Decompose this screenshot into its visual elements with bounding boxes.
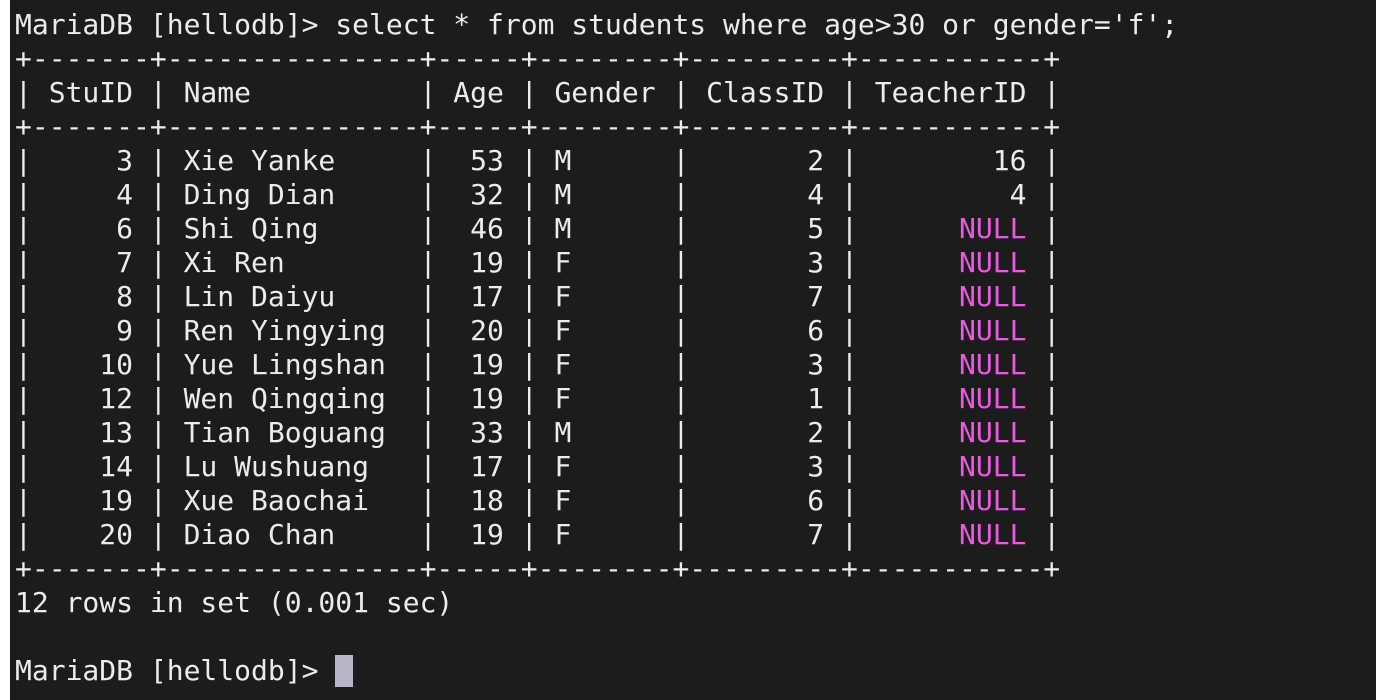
table-row: | 8 | Lin Daiyu | 17 | F | 7 | NULL | — [15, 280, 1376, 314]
row-end-border: | — [1026, 518, 1061, 551]
table-row: | 19 | Xue Baochai | 18 | F | 6 | NULL | — [15, 484, 1376, 518]
row-cells: | 10 | Yue Lingshan | 19 | F | 3 | — [15, 348, 875, 381]
table-row: | 14 | Lu Wushuang | 17 | F | 3 | NULL | — [15, 450, 1376, 484]
teacher-id-cell: NULL — [874, 314, 1027, 347]
table-row: | 12 | Wen Qingqing | 19 | F | 1 | NULL … — [15, 382, 1376, 416]
row-cells: | 4 | Ding Dian | 32 | M | 4 | — [15, 178, 875, 211]
table-body: | 3 | Xie Yanke | 53 | M | 2 | 16 | | 4 |… — [15, 144, 1376, 552]
table-border-bottom: +-------+---------------+-----+--------+… — [15, 552, 1061, 585]
input-line[interactable]: MariaDB [hellodb]> — [15, 654, 1376, 688]
terminal-window[interactable]: MariaDB [hellodb]> select * from student… — [10, 0, 1376, 700]
table-header: | StuID | Name | Age | Gender | ClassID … — [15, 76, 1061, 109]
teacher-id-cell: 16 — [874, 144, 1027, 177]
table-row: | 7 | Xi Ren | 19 | F | 3 | NULL | — [15, 246, 1376, 280]
teacher-id-cell: NULL — [874, 280, 1027, 313]
table-row: | 13 | Tian Boguang | 33 | M | 2 | NULL … — [15, 416, 1376, 450]
teacher-id-cell: 4 — [874, 178, 1027, 211]
row-cells: | 13 | Tian Boguang | 33 | M | 2 | — [15, 416, 875, 449]
teacher-id-cell: NULL — [874, 246, 1027, 279]
table-row: | 10 | Yue Lingshan | 19 | F | 3 | NULL … — [15, 348, 1376, 382]
row-end-border: | — [1026, 144, 1061, 177]
result-summary: 12 rows in set (0.001 sec) — [15, 586, 454, 619]
teacher-id-cell: NULL — [874, 212, 1027, 245]
teacher-id-cell: NULL — [874, 484, 1027, 517]
row-end-border: | — [1026, 416, 1061, 449]
teacher-id-cell: NULL — [874, 518, 1027, 551]
teacher-id-cell: NULL — [874, 348, 1027, 381]
table-row: | 3 | Xie Yanke | 53 | M | 2 | 16 | — [15, 144, 1376, 178]
row-end-border: | — [1026, 280, 1061, 313]
table-row: | 20 | Diao Chan | 19 | F | 7 | NULL | — [15, 518, 1376, 552]
table-row: | 4 | Ding Dian | 32 | M | 4 | 4 | — [15, 178, 1376, 212]
text-cursor — [335, 655, 354, 687]
row-cells: | 12 | Wen Qingqing | 19 | F | 1 | — [15, 382, 875, 415]
teacher-id-cell: NULL — [874, 450, 1027, 483]
teacher-id-cell: NULL — [874, 382, 1027, 415]
row-cells: | 19 | Xue Baochai | 18 | F | 6 | — [15, 484, 875, 517]
table-border-top: +-------+---------------+-----+--------+… — [15, 42, 1061, 75]
table-row: | 9 | Ren Yingying | 20 | F | 6 | NULL | — [15, 314, 1376, 348]
row-cells: | 3 | Xie Yanke | 53 | M | 2 | — [15, 144, 875, 177]
final-prompt: MariaDB [hellodb]> — [15, 654, 336, 687]
row-cells: | 9 | Ren Yingying | 20 | F | 6 | — [15, 314, 875, 347]
row-end-border: | — [1026, 348, 1061, 381]
row-cells: | 20 | Diao Chan | 19 | F | 7 | — [15, 518, 875, 551]
prompt: MariaDB [hellodb]> — [15, 8, 336, 41]
row-end-border: | — [1026, 484, 1061, 517]
row-cells: | 14 | Lu Wushuang | 17 | F | 3 | — [15, 450, 875, 483]
row-end-border: | — [1026, 382, 1061, 415]
row-end-border: | — [1026, 314, 1061, 347]
sql-command: select * from students where age>30 or g… — [335, 8, 1179, 41]
row-cells: | 8 | Lin Daiyu | 17 | F | 7 | — [15, 280, 875, 313]
row-end-border: | — [1026, 450, 1061, 483]
teacher-id-cell: NULL — [874, 416, 1027, 449]
command-line: MariaDB [hellodb]> select * from student… — [15, 8, 1376, 42]
row-end-border: | — [1026, 178, 1061, 211]
table-row: | 6 | Shi Qing | 46 | M | 5 | NULL | — [15, 212, 1376, 246]
table-border-header: +-------+---------------+-----+--------+… — [15, 110, 1061, 143]
row-cells: | 7 | Xi Ren | 19 | F | 3 | — [15, 246, 875, 279]
row-end-border: | — [1026, 212, 1061, 245]
row-cells: | 6 | Shi Qing | 46 | M | 5 | — [15, 212, 875, 245]
row-end-border: | — [1026, 246, 1061, 279]
